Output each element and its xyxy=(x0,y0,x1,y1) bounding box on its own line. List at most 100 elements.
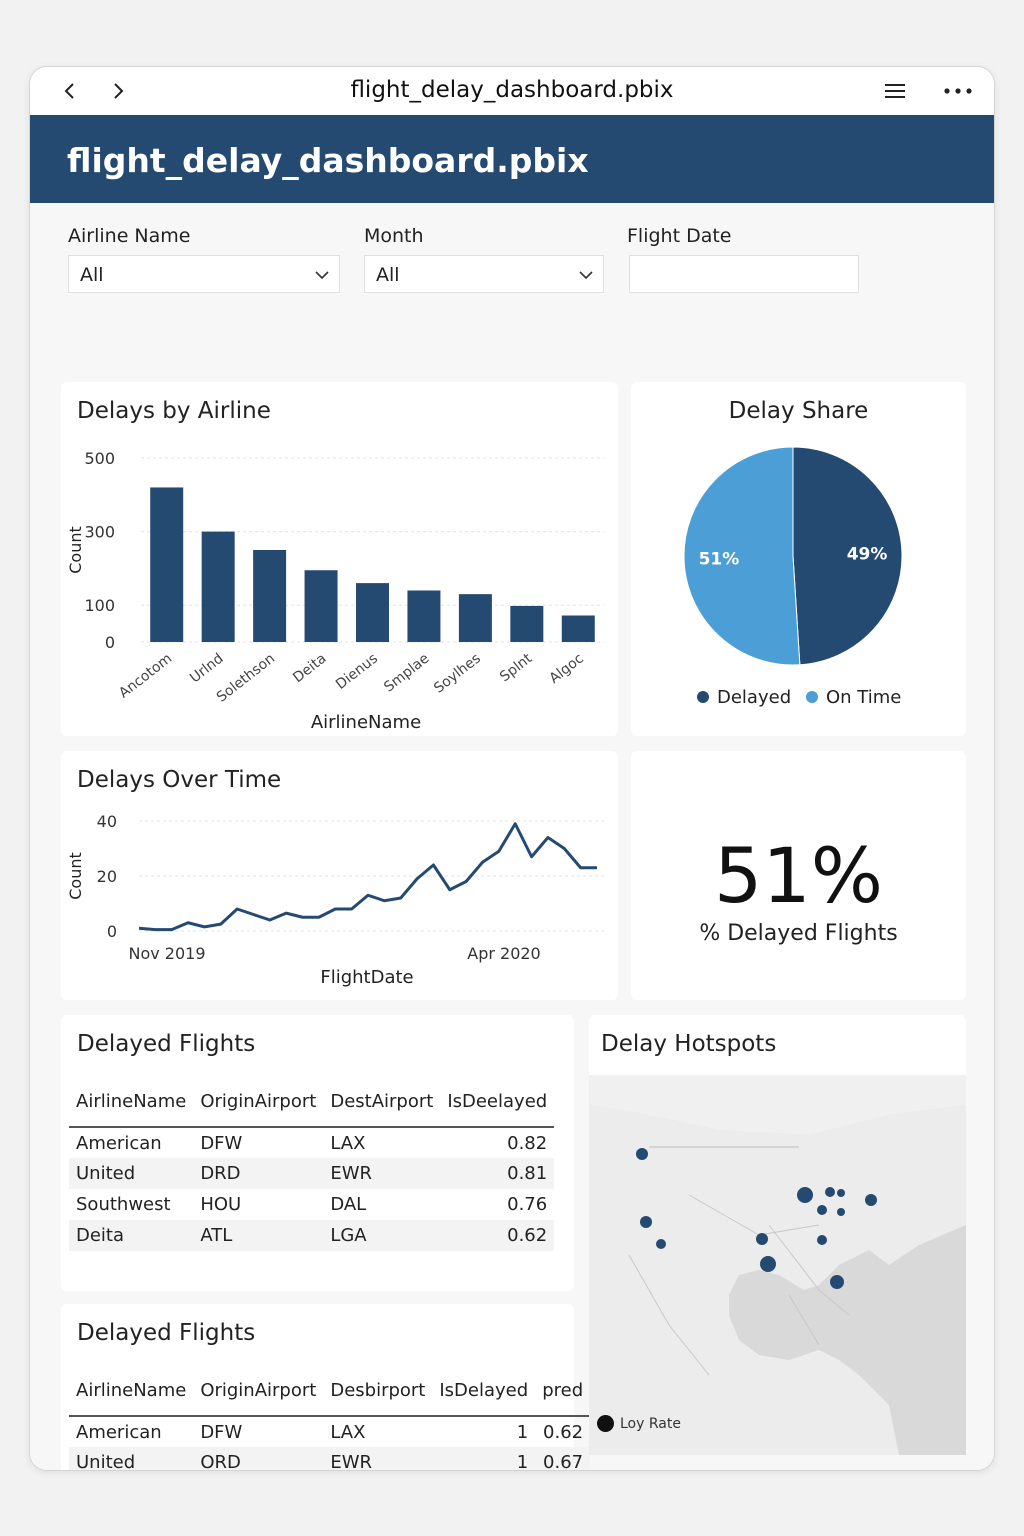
bar-7 xyxy=(510,605,544,642)
title-bar: flight_delay_dashboard.pbix xyxy=(30,67,994,115)
hotspot-marker xyxy=(830,1275,844,1289)
column-header[interactable]: DestAirport xyxy=(323,1077,441,1128)
table-row[interactable]: United DRD EWR 0.81 xyxy=(69,1158,555,1189)
bar-x-tick: Solethson xyxy=(214,651,278,706)
map-title: Delay Hotspots xyxy=(601,1031,777,1057)
bar-3 xyxy=(304,570,338,642)
map-legend-label: Loy Rate xyxy=(620,1415,681,1432)
chevron-down-icon xyxy=(579,271,593,280)
column-header[interactable]: IsDelayed xyxy=(432,1366,536,1417)
table1-title: Delayed Flights xyxy=(77,1031,256,1057)
table-row[interactable]: United ORD EWR 1 0.67 xyxy=(69,1447,591,1470)
bar-chart: 500 300 100 0Ancotom UrlndSolethson Deita Dien… xyxy=(66,449,604,733)
legend-dot-icon xyxy=(597,1415,614,1432)
airline-filter-value: All xyxy=(80,264,104,286)
delays-by-airline-card: Delays by Airline 500 300 100 0 Ancotom Urlnd… xyxy=(61,382,618,736)
pie-legend-dot xyxy=(806,691,818,703)
table-cell: United xyxy=(69,1447,194,1470)
table-cell: 1 xyxy=(432,1447,536,1470)
bar-5 xyxy=(407,590,441,642)
kpi-value: 51% xyxy=(714,831,883,920)
date-filter-input[interactable] xyxy=(629,255,859,293)
table-cell: DAL xyxy=(330,1194,367,1215)
line-x-axis-label: FlightDate xyxy=(320,967,413,988)
hotspot-marker xyxy=(636,1148,648,1160)
bar-x-tick: Algoc xyxy=(546,651,586,687)
delays-over-time-card: Delays Over Time 40 20 0 Nov 2019 Apr 2020 Fl… xyxy=(61,751,618,1000)
table-cell: DRD xyxy=(193,1158,324,1189)
bar-y-tick: 300 xyxy=(84,523,115,542)
bar-y-axis-label: Count xyxy=(66,526,85,574)
column-header[interactable]: OriginAirport xyxy=(193,1077,324,1128)
airline-filter-dropdown[interactable]: All xyxy=(68,255,340,293)
table-cell: Deita xyxy=(69,1220,194,1251)
line-series xyxy=(138,822,597,932)
line-y-tick: 40 xyxy=(97,812,117,831)
map-legend: Loy Rate xyxy=(597,1415,681,1432)
bar-2 xyxy=(253,550,287,642)
line-x-tick: Apr 2020 xyxy=(467,944,540,963)
column-header[interactable]: IsDeelayed xyxy=(440,1077,555,1128)
month-filter-dropdown[interactable]: All xyxy=(364,255,604,293)
pie-slice-label: 51% xyxy=(699,549,740,569)
table-cell: DFW xyxy=(200,1132,243,1154)
app-window: flight_delay_dashboard.pbix flight_delay… xyxy=(29,66,995,1471)
column-header[interactable]: Desbirport xyxy=(323,1366,433,1417)
bar-0 xyxy=(150,487,184,642)
table-cell: EWR xyxy=(323,1447,433,1470)
line-x-tick: Nov 2019 xyxy=(128,944,205,963)
table-cell: LAX xyxy=(330,1421,366,1443)
table-cell: United xyxy=(69,1158,194,1189)
hotspot-marker xyxy=(817,1205,827,1215)
more-options-icon[interactable] xyxy=(942,79,974,103)
date-filter-label: Flight Date xyxy=(627,225,732,247)
delayed-flights-predictions-table: AirlineName OriginAirport Desbirport IsDela… xyxy=(69,1366,591,1470)
hotspot-marker xyxy=(817,1235,827,1245)
map-basemap xyxy=(589,1075,966,1455)
delay-hotspots-card: Delay Hotspots Loy Rate xyxy=(589,1015,966,1455)
kpi-card: 51% % Delayed Flights xyxy=(631,751,966,1000)
bar-x-axis-label: AirlineName xyxy=(311,712,421,733)
table-row[interactable]: Southwest HOU DAL 0.76 xyxy=(69,1189,554,1220)
column-header[interactable]: AirlineName xyxy=(69,1077,194,1128)
hotspot-marker xyxy=(825,1187,835,1197)
hotspot-marker xyxy=(837,1208,845,1216)
hamburger-menu-icon[interactable] xyxy=(882,79,908,103)
table-row[interactable]: Deita ATL LGA 0.62 xyxy=(69,1220,555,1251)
month-filter-label: Month xyxy=(364,225,424,247)
table-cell: ORD xyxy=(193,1447,324,1470)
column-header[interactable]: OriginAirport xyxy=(193,1366,324,1417)
bar-x-tick: Deita xyxy=(290,651,329,687)
pie-legend-label: On Time xyxy=(826,687,901,708)
hotspot-marker xyxy=(656,1239,666,1249)
bar-y-tick: 100 xyxy=(84,596,115,615)
column-header[interactable]: pred xyxy=(535,1366,591,1417)
table-cell: American xyxy=(76,1132,162,1154)
window-title: flight_delay_dashboard.pbix xyxy=(350,77,674,103)
bar-x-tick: Splnt xyxy=(497,650,536,685)
report-banner: flight_delay_dashboard.pbix xyxy=(30,115,994,203)
line-y-axis-label: Count xyxy=(66,852,85,900)
airline-filter-label: Airline Name xyxy=(68,225,191,247)
bar-4 xyxy=(356,583,389,642)
report-canvas: Airline Name All Month All Flight Date D… xyxy=(30,203,994,1470)
bar-8 xyxy=(561,615,595,642)
hotspot-marker xyxy=(640,1216,652,1228)
bar-x-tick: Soylhes xyxy=(431,651,484,697)
line-y-tick: 0 xyxy=(107,922,117,941)
column-header[interactable]: AirlineName xyxy=(69,1366,194,1417)
pie-chart: 49% 51% Delayed On Time xyxy=(683,446,903,708)
table-cell: 0.81 xyxy=(440,1158,555,1189)
table-row[interactable]: American DFW LAX 0.82 xyxy=(69,1127,554,1158)
table-row[interactable]: American DFW LAX 1 0.62 xyxy=(69,1416,590,1447)
report-title: flight_delay_dashboard.pbix xyxy=(67,141,589,180)
bar-y-tick: 0 xyxy=(105,633,115,652)
bar-x-tick: Urlnd xyxy=(187,651,227,687)
kpi-label: % Delayed Flights xyxy=(699,921,898,946)
table-cell: Southwest xyxy=(76,1194,171,1215)
table-cell: LGA xyxy=(323,1220,441,1251)
table-cell: HOU xyxy=(200,1194,242,1215)
table-cell: ATL xyxy=(193,1220,324,1251)
delay-hotspots-map[interactable]: Loy Rate xyxy=(589,1075,966,1455)
bar-6 xyxy=(458,594,492,642)
